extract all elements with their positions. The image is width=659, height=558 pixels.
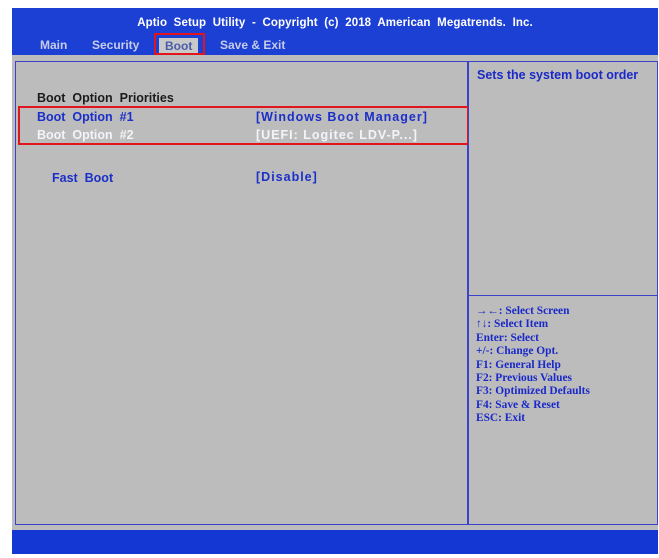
footer-bar <box>12 530 658 554</box>
key-change-opt: +/-: Change Opt. <box>476 345 559 358</box>
boot-priorities-heading: Boot Option Priorities <box>37 91 174 105</box>
key-optimized-defaults: F3: Optimized Defaults <box>476 385 590 398</box>
boot-tab-highlight <box>154 33 205 55</box>
bios-setup-screen: Aptio Setup Utility - Copyright (c) 2018… <box>12 8 658 554</box>
fast-boot-value[interactable]: [Disable] <box>256 170 318 184</box>
key-enter-select: Enter: Select <box>476 331 539 344</box>
key-previous-values: F2: Previous Values <box>476 372 572 385</box>
tab-save-exit[interactable]: Save & Exit <box>220 38 285 52</box>
tab-security[interactable]: Security <box>92 38 139 52</box>
key-legend: →←: Select Screen ↑↓: Select Item Enter:… <box>476 305 590 426</box>
tab-main[interactable]: Main <box>40 38 67 52</box>
key-save-reset: F4: Save & Reset <box>476 398 560 411</box>
fast-boot-label[interactable]: Fast Boot <box>52 171 113 185</box>
main-panel: Boot Option Priorities Boot Option #1 [W… <box>12 55 658 554</box>
help-divider <box>469 295 657 296</box>
key-esc-exit: ESC: Exit <box>476 412 526 425</box>
header-bar: Aptio Setup Utility - Copyright (c) 2018… <box>12 8 658 55</box>
key-select-item: ↑↓: Select Item <box>476 318 549 331</box>
key-select-screen: →←: Select Screen <box>476 305 570 317</box>
boot-options-highlight <box>18 106 469 145</box>
help-description: Sets the system boot order <box>477 68 639 82</box>
utility-title: Aptio Setup Utility - Copyright (c) 2018… <box>137 17 533 29</box>
key-general-help: F1: General Help <box>476 358 561 371</box>
help-pane: Sets the system boot order →←: Select Sc… <box>468 61 658 525</box>
